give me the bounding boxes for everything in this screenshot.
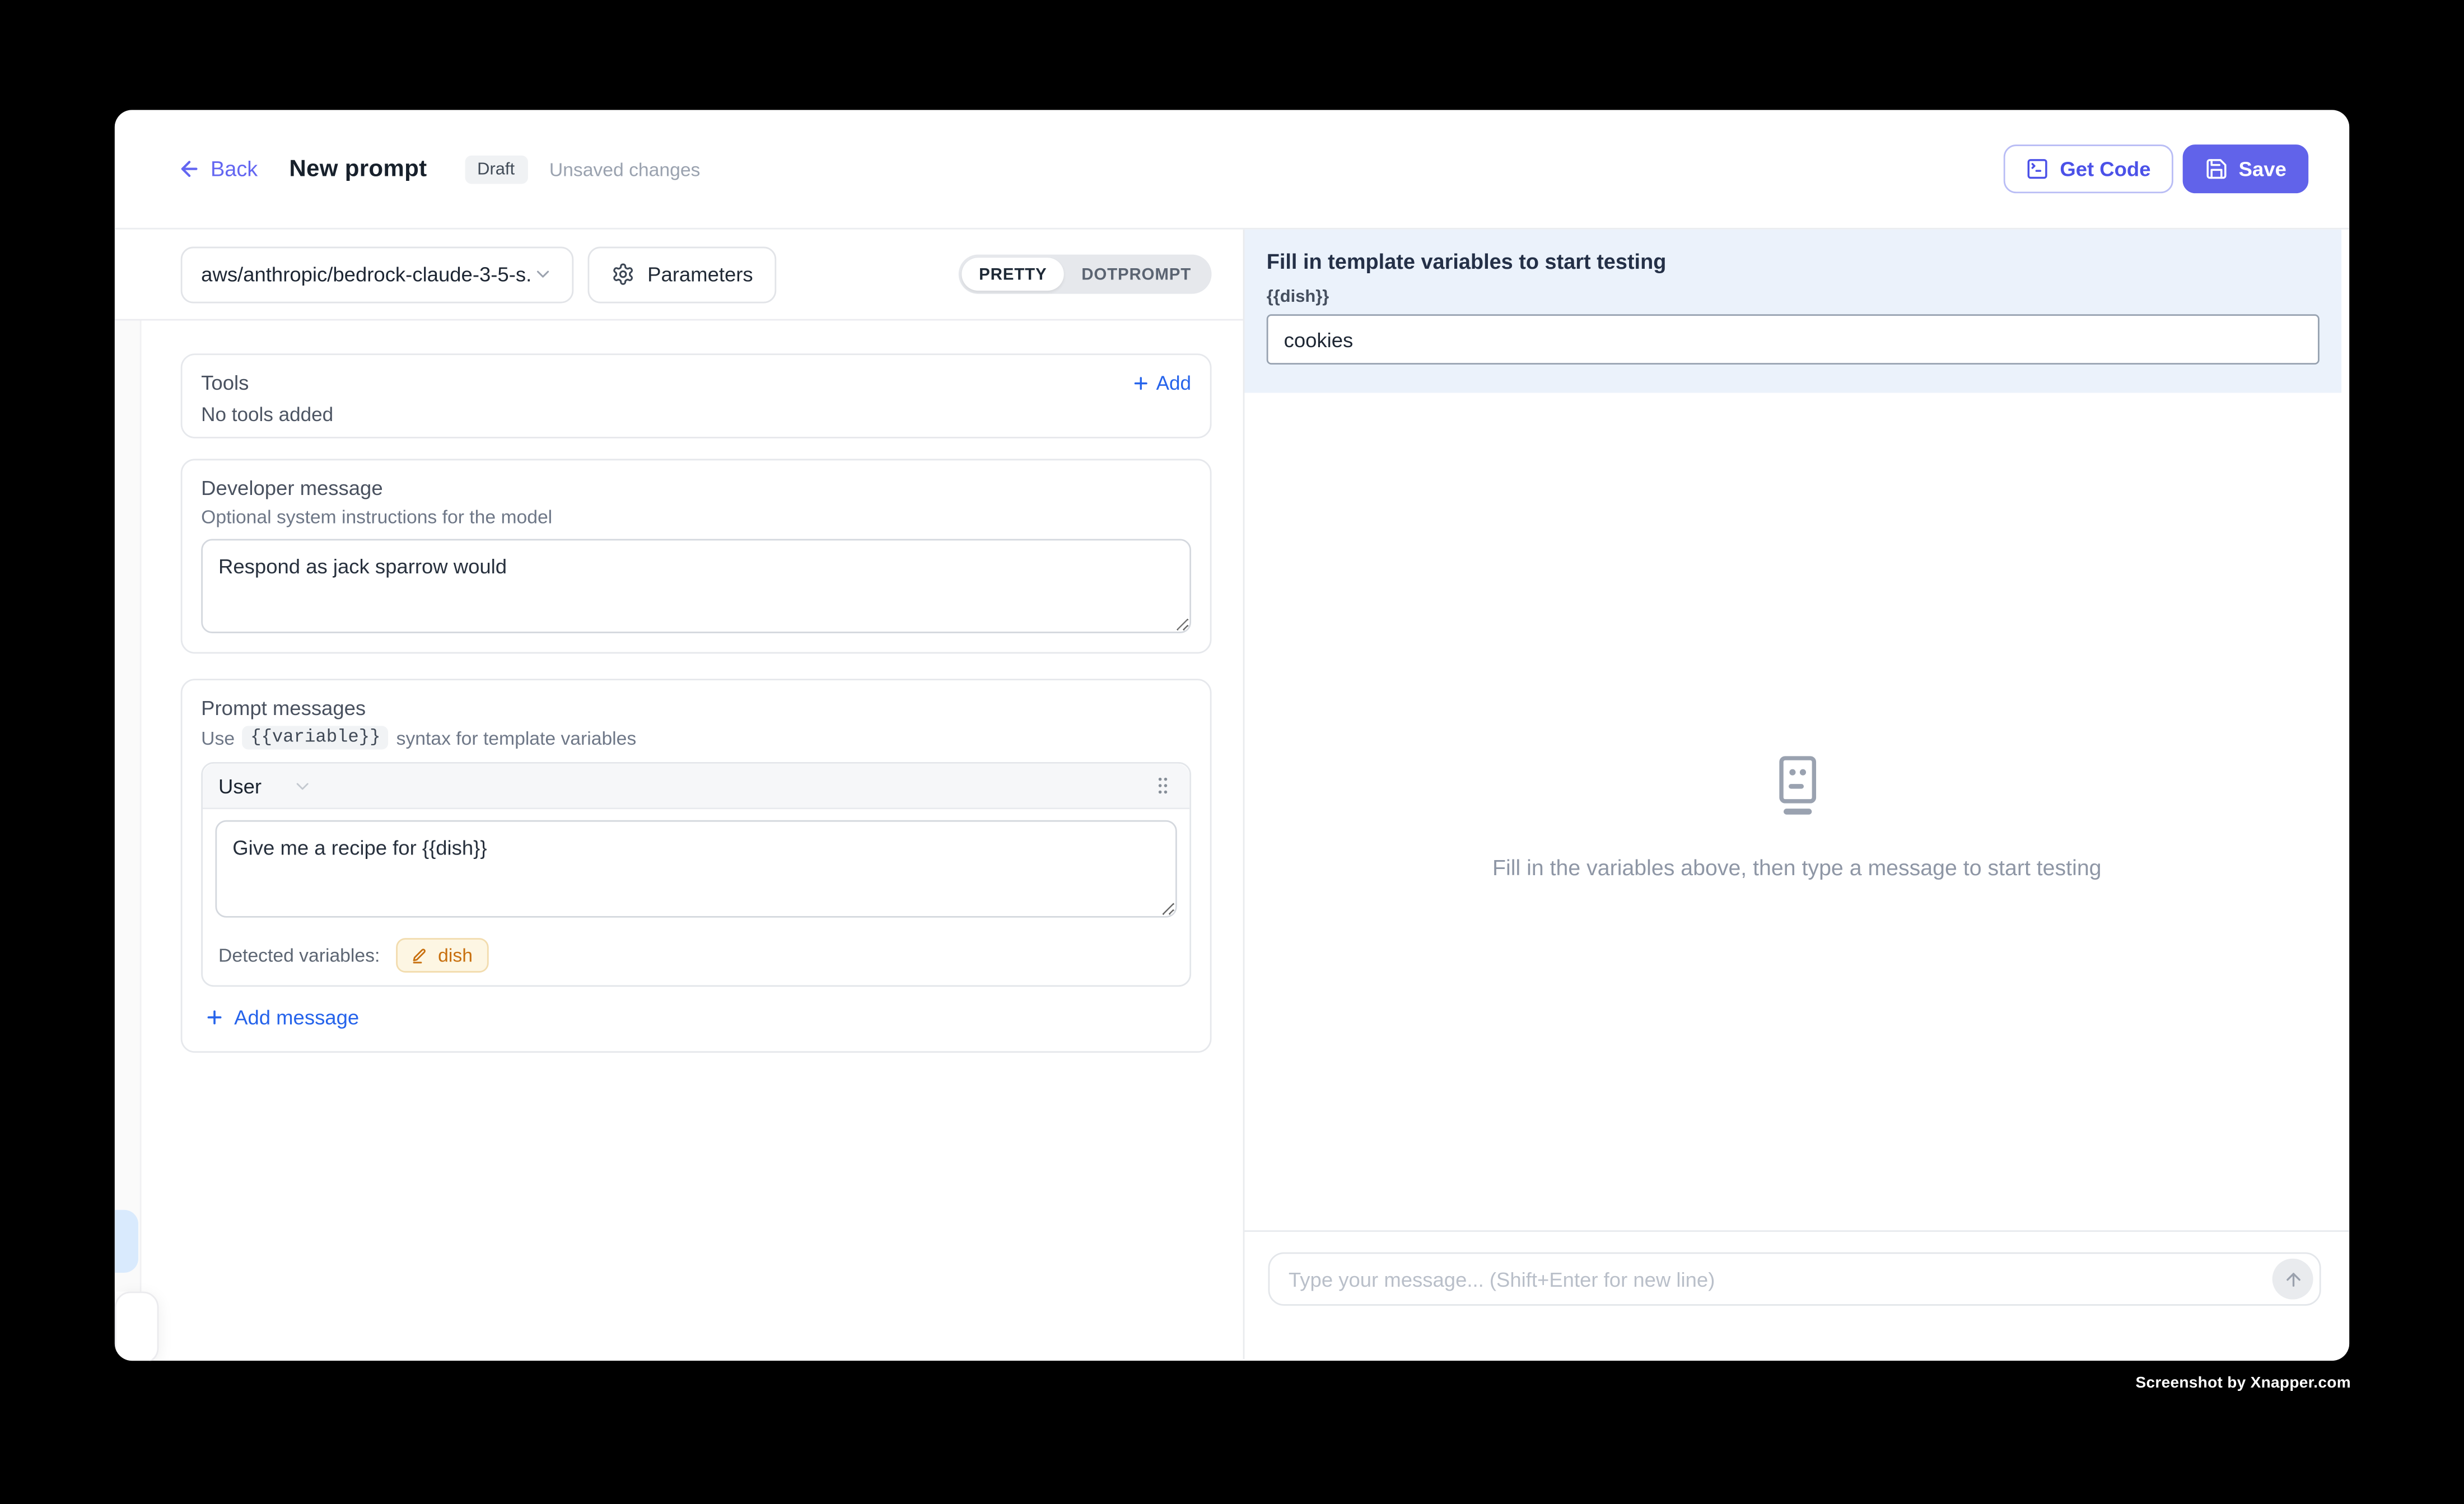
chevron-down-icon bbox=[293, 776, 313, 796]
variable-dish-input[interactable] bbox=[1267, 314, 2320, 365]
terminal-icon bbox=[2026, 157, 2049, 181]
detected-variables-label: Detected variables: bbox=[218, 944, 380, 966]
pencil-icon bbox=[411, 947, 428, 964]
developer-message-card: Developer message Optional system instru… bbox=[181, 459, 1212, 653]
get-code-label: Get Code bbox=[2060, 157, 2150, 181]
unsaved-changes-text: Unsaved changes bbox=[549, 158, 701, 180]
plus-icon bbox=[1131, 373, 1150, 392]
hint-prefix: Use bbox=[201, 727, 235, 749]
app-window: Back New prompt Draft Unsaved changes Ge… bbox=[115, 110, 2349, 1361]
chat-input-container bbox=[1268, 1252, 2321, 1305]
detected-variables-row: Detected variables: dish bbox=[215, 938, 1177, 973]
message-block: User Give me a recipe for {{dish}} bbox=[201, 762, 1191, 987]
save-icon bbox=[2204, 157, 2228, 181]
arrow-up-icon bbox=[2283, 1269, 2303, 1289]
screenshot-stage: Back New prompt Draft Unsaved changes Ge… bbox=[0, 0, 2464, 1503]
developer-message-subtitle: Optional system instructions for the mod… bbox=[201, 506, 1191, 528]
message-header: User bbox=[203, 764, 1189, 809]
hint-suffix: syntax for template variables bbox=[396, 727, 637, 749]
editor-toolbar: aws/anthropic/bedrock-claude-3-5-s... Pa… bbox=[115, 230, 1243, 321]
variable-syntax-hint: Use {{variable}} syntax for template var… bbox=[201, 726, 1191, 749]
gear-icon bbox=[612, 263, 635, 286]
role-select[interactable]: User bbox=[218, 774, 314, 797]
variable-badge-dish[interactable]: dish bbox=[395, 938, 488, 973]
robot-face-icon bbox=[1770, 754, 1823, 816]
prompt-messages-card: Prompt messages Use {{variable}} syntax … bbox=[181, 679, 1212, 1053]
message-textarea[interactable]: Give me a recipe for {{dish}} bbox=[215, 820, 1177, 918]
variables-panel-heading: Fill in template variables to start test… bbox=[1267, 250, 2320, 273]
plus-icon bbox=[204, 1007, 225, 1027]
chat-footer bbox=[1244, 1230, 2349, 1359]
tools-empty-text: No tools added bbox=[201, 404, 1191, 426]
prompt-tester-panel: Fill in template variables to start test… bbox=[1244, 230, 2349, 1360]
variable-code-chip: {{variable}} bbox=[242, 726, 388, 749]
back-button[interactable]: Back bbox=[178, 157, 258, 181]
back-label: Back bbox=[211, 157, 258, 181]
status-badge: Draft bbox=[465, 155, 528, 183]
chevron-down-icon bbox=[533, 264, 553, 284]
save-label: Save bbox=[2239, 157, 2286, 181]
save-button[interactable]: Save bbox=[2182, 144, 2309, 193]
model-select[interactable]: aws/anthropic/bedrock-claude-3-5-s... bbox=[181, 246, 574, 302]
send-button[interactable] bbox=[2272, 1259, 2313, 1300]
toggle-dotprompt[interactable]: DOTPROMPT bbox=[1064, 258, 1208, 291]
get-code-button[interactable]: Get Code bbox=[2003, 144, 2172, 193]
template-variables-panel: Fill in template variables to start test… bbox=[1244, 230, 2341, 393]
chat-message-input[interactable] bbox=[1270, 1254, 2319, 1304]
tools-card: Tools Add No tools added bbox=[181, 353, 1212, 438]
developer-message-title: Developer message bbox=[201, 476, 1191, 499]
arrow-left-icon bbox=[178, 157, 201, 181]
developer-message-textarea[interactable]: Respond as jack sparrow would bbox=[201, 539, 1191, 633]
drag-handle-icon[interactable] bbox=[1152, 774, 1174, 796]
parameters-button[interactable]: Parameters bbox=[587, 246, 776, 302]
app-header: Back New prompt Draft Unsaved changes Ge… bbox=[115, 110, 2349, 229]
role-select-value: User bbox=[218, 774, 262, 797]
page-title: New prompt bbox=[289, 156, 427, 183]
add-tool-label: Add bbox=[1156, 372, 1191, 394]
variable-dish-label: {{dish}} bbox=[1267, 288, 2320, 307]
main-content: aws/anthropic/bedrock-claude-3-5-s... Pa… bbox=[115, 230, 2349, 1360]
editor-body: Tools Add No tools added Developer messa… bbox=[115, 320, 1243, 1053]
add-tool-button[interactable]: Add bbox=[1131, 372, 1191, 394]
prompt-editor-panel: aws/anthropic/bedrock-claude-3-5-s... Pa… bbox=[115, 230, 1245, 1360]
add-message-label: Add message bbox=[234, 1006, 359, 1029]
add-message-button[interactable]: Add message bbox=[201, 1006, 359, 1029]
message-body: Give me a recipe for {{dish}} Detected v… bbox=[203, 809, 1189, 985]
prompt-messages-title: Prompt messages bbox=[201, 696, 1191, 720]
format-toggle: PRETTY DOTPROMPT bbox=[959, 255, 1212, 294]
model-select-value: aws/anthropic/bedrock-claude-3-5-s... bbox=[201, 263, 533, 286]
watermark-text: Screenshot by Xnapper.com bbox=[2136, 1375, 2351, 1392]
toggle-pretty[interactable]: PRETTY bbox=[962, 258, 1064, 291]
parameters-label: Parameters bbox=[647, 263, 753, 286]
empty-state-text: Fill in the variables above, then type a… bbox=[1492, 854, 2102, 879]
tools-title: Tools bbox=[201, 371, 249, 394]
variable-badge-label: dish bbox=[438, 944, 473, 966]
chat-empty-state: Fill in the variables above, then type a… bbox=[1244, 393, 2349, 1231]
